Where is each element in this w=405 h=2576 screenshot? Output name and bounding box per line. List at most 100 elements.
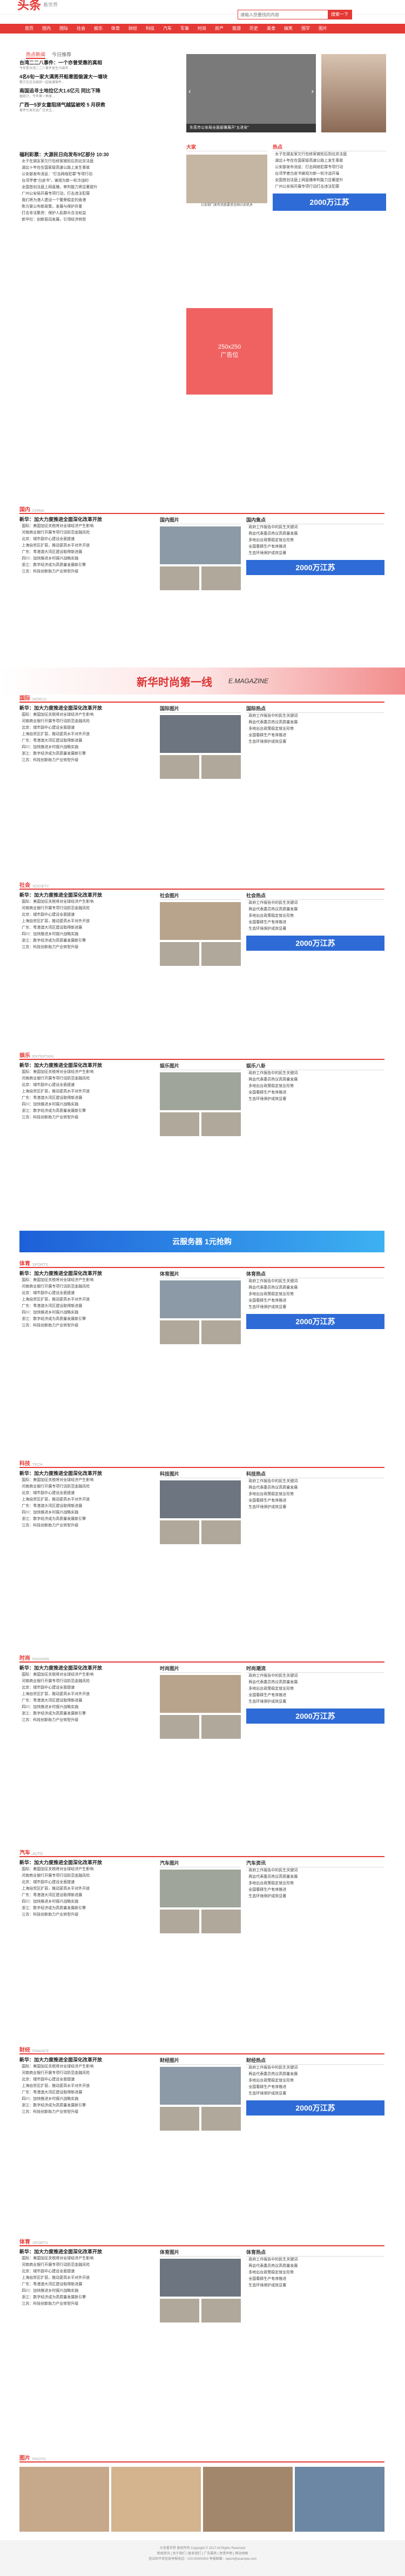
section-title[interactable]: 科技 xyxy=(19,1459,30,1467)
list-item[interactable]: 广东：粤港澳大湾区建设取得新进展 xyxy=(19,1095,154,1102)
section-thumb[interactable] xyxy=(160,942,199,966)
list-item[interactable]: 河南商业银行开展专项行动防范金融风险 xyxy=(19,1076,154,1082)
list-item[interactable]: 上海自贸区扩容，推动更高水平对外开放 xyxy=(19,731,154,738)
section-ad-banner[interactable]: 2000万江苏 xyxy=(246,2100,384,2115)
section-ad-banner[interactable]: 2000万江苏 xyxy=(246,936,384,951)
section-photo-main[interactable] xyxy=(160,2067,241,2105)
section-thumb[interactable] xyxy=(160,2107,199,2131)
breaking-headline[interactable]: 福利彩票：大源民日向发布9亿部分 10:30 xyxy=(19,151,181,158)
hero-headline[interactable]: 4名6旬一家大满男开船意图偷渡大一塘块 xyxy=(19,74,181,81)
list-item[interactable]: 公安部发布消息：打击网络犯罪专项行动 xyxy=(273,164,386,171)
list-item[interactable]: 两会代表委员热议高质量发展 xyxy=(246,1874,384,1880)
section-photo-main[interactable] xyxy=(160,1675,241,1713)
list-item[interactable]: 广州公安局开展专项行动，打击违法犯罪 xyxy=(19,191,181,197)
nav-item[interactable]: 旅游 xyxy=(228,24,245,34)
list-item[interactable]: 全国春耕生产有序推进 xyxy=(246,2276,384,2283)
nav-item[interactable]: 历史 xyxy=(245,24,262,34)
list-item[interactable]: 政府工作报告中的民生关键词 xyxy=(246,1867,384,1874)
section-photo-main[interactable] xyxy=(160,1072,241,1110)
section-thumb[interactable] xyxy=(160,1320,199,1344)
list-item[interactable]: 江苏：科技创新助力产业转型升级 xyxy=(19,1717,154,1724)
list-item[interactable]: 河南商业银行开展专项行动防范金融风险 xyxy=(19,1678,154,1685)
list-item[interactable]: 北京：城市副中心建设全面提速 xyxy=(19,1082,154,1089)
list-item[interactable]: 四川：加快推进乡村振兴战略实施 xyxy=(19,1310,154,1316)
list-item[interactable]: 四川：加快推进乡村振兴战略实施 xyxy=(19,1704,154,1711)
list-item[interactable]: 上海自贸区扩容，推动更高水平对外开放 xyxy=(19,1297,154,1303)
list-item[interactable]: 浙江：数字经济成为高质量发展新引擎 xyxy=(19,562,154,569)
list-item[interactable]: 北京：城市副中心建设全面提速 xyxy=(19,912,154,918)
section-title[interactable]: 汽车 xyxy=(19,1848,30,1856)
list-item[interactable]: 多地出台政策稳定就业形势 xyxy=(246,1491,384,1498)
list-item[interactable]: 广东：粤港澳大湾区建设取得新进展 xyxy=(19,549,154,556)
list-item[interactable]: 四川：加快推进乡村振兴战略实施 xyxy=(19,1510,154,1516)
list-item[interactable]: 多地出台政策稳定就业形势 xyxy=(246,1880,384,1887)
fashion-banner[interactable]: 新华时尚第一线 E.MAGAZINE xyxy=(0,668,405,695)
list-item[interactable]: 多地出台政策稳定就业形势 xyxy=(246,2078,384,2084)
list-item[interactable]: 江苏：科技创新助力产业转型升级 xyxy=(19,757,154,764)
list-item[interactable]: 生态环境保护成效显著 xyxy=(246,550,384,557)
section-photo-main[interactable] xyxy=(160,715,241,753)
section-title[interactable]: 财经 xyxy=(19,2045,30,2053)
section-headline[interactable]: 新华：加大力度推进全面深化改革开放 xyxy=(19,516,154,523)
section-headline[interactable]: 新华：加大力度推进全面深化改革开放 xyxy=(19,1665,154,1672)
list-item[interactable]: 北京：城市副中心建设全面提速 xyxy=(19,2268,154,2275)
list-item[interactable]: 江苏：科技创新助力产业转型升级 xyxy=(19,2301,154,2307)
hero-side-image[interactable] xyxy=(321,54,386,132)
list-item[interactable]: 生态环境保护成效显著 xyxy=(246,1893,384,1900)
list-item[interactable]: 浙江：数字经济成为高质量发展新引擎 xyxy=(19,938,154,944)
list-item[interactable]: 河南商业银行开展专项行动防范金融风险 xyxy=(19,1284,154,1290)
section-thumb[interactable] xyxy=(201,1910,241,1933)
list-item[interactable]: 上海自贸区扩容，推动更高水平对外开放 xyxy=(19,1886,154,1892)
list-item[interactable]: 两会代表委员热议高质量发展 xyxy=(246,2263,384,2270)
list-item[interactable]: 四川：加快推进乡村振兴战略实施 xyxy=(19,556,154,562)
section-headline[interactable]: 新华：加大力度推进全面深化改革开放 xyxy=(19,2248,154,2255)
list-item[interactable]: 江苏：科技创新助力产业转型升级 xyxy=(19,569,154,575)
section-thumb[interactable] xyxy=(160,566,199,590)
list-item[interactable]: 全国春耕生产有序推进 xyxy=(246,1498,384,1504)
list-item[interactable]: 浙江：数字经济成为高质量发展新引擎 xyxy=(19,1905,154,1912)
section-headline[interactable]: 新华：加大力度推进全面深化改革开放 xyxy=(19,1062,154,1069)
list-item[interactable]: 国际：美国加征关税将对全球经济产生影响 xyxy=(19,1866,154,1873)
list-item[interactable]: 浙江：数字经济成为高质量发展新引擎 xyxy=(19,1711,154,1717)
list-item[interactable]: 全国春耕生产有序推进 xyxy=(246,2084,384,2091)
list-item[interactable]: 两会代表委员热议高质量发展 xyxy=(246,531,384,537)
section-thumb[interactable] xyxy=(160,1910,199,1933)
section-headline[interactable]: 新华：加大力度推进全面深化改革开放 xyxy=(19,1270,154,1277)
list-item[interactable]: 多地出台政策稳定就业形势 xyxy=(246,537,384,544)
center-caption[interactable]: 公安部门发布消息要求全国公安机关 xyxy=(186,203,267,208)
list-item[interactable]: 全国春耕生产有序推进 xyxy=(246,1090,384,1096)
hero-slider[interactable]: 东莞市公安局全面部署展开“五进安” ‹ › xyxy=(186,54,316,132)
search-button[interactable]: 搜索一下 xyxy=(328,10,352,19)
section-headline[interactable]: 新华：加大力度推进全面深化改革开放 xyxy=(19,892,154,899)
section-title[interactable]: 社会 xyxy=(19,880,30,889)
list-item[interactable]: 浙江：数字经济成为高质量发展新引擎 xyxy=(19,1108,154,1115)
list-item[interactable]: 广州公安局开展专项行动打击违法犯罪 xyxy=(273,184,386,190)
list-item[interactable]: 江苏：科技创新助力产业转型升级 xyxy=(19,944,154,951)
list-item[interactable]: 政府工作报告中的民生关键词 xyxy=(246,2257,384,2263)
list-item[interactable]: 政府工作报告中的民生关键词 xyxy=(246,2065,384,2071)
nav-item[interactable]: 科技 xyxy=(141,24,159,34)
list-item[interactable]: 河南商业银行开展专项行动防范金融风险 xyxy=(19,1484,154,1490)
hero-headline[interactable]: 台湾二二八事件：一个亦曾受惠的真相 xyxy=(19,59,181,66)
list-item[interactable]: 四川：加快推进乡村振兴战略实施 xyxy=(19,2096,154,2103)
nav-item[interactable]: 房产 xyxy=(211,24,228,34)
section-photo-main[interactable] xyxy=(160,902,241,940)
list-item[interactable]: 全国春耕生产有序推进 xyxy=(246,732,384,739)
list-item[interactable]: 打击非法集资：保护人民群众合法权益 xyxy=(19,210,181,217)
list-item[interactable]: 广东：粤港澳大湾区建设取得新进展 xyxy=(19,1698,154,1704)
list-item[interactable]: 全国首创法庭上网直播审判能力显著提升 xyxy=(273,177,386,184)
section-photo-main[interactable] xyxy=(160,526,241,564)
list-item[interactable]: 国际：美国加征关税将对全球经济产生影响 xyxy=(19,899,154,905)
list-item[interactable]: 浙江：数字经济成为高质量发展新引擎 xyxy=(19,2103,154,2109)
list-item[interactable]: 政府工作报告中的民生关键词 xyxy=(246,1478,384,1485)
list-item[interactable]: 台湾学者白皮书被视为新一轮冷战开端 xyxy=(273,171,386,177)
list-item[interactable]: 浙江：数字经济成为高质量发展新引擎 xyxy=(19,1316,154,1323)
list-item[interactable]: 浙江：数字经济成为高质量发展新引擎 xyxy=(19,1516,154,1523)
section-title[interactable]: 娱乐 xyxy=(19,1051,30,1059)
section-thumb[interactable] xyxy=(201,2299,241,2323)
list-item[interactable]: 多地出台政策稳定就业形势 xyxy=(246,1686,384,1692)
section-thumb[interactable] xyxy=(201,1715,241,1739)
hero-headline[interactable]: 南国追寻土地拉亿大1.6亿元 同比下降 xyxy=(19,88,181,95)
list-item[interactable]: 政府工作报告中的民生关键词 xyxy=(246,713,384,719)
list-item[interactable]: 两会代表委员热议高质量发展 xyxy=(246,1679,384,1686)
